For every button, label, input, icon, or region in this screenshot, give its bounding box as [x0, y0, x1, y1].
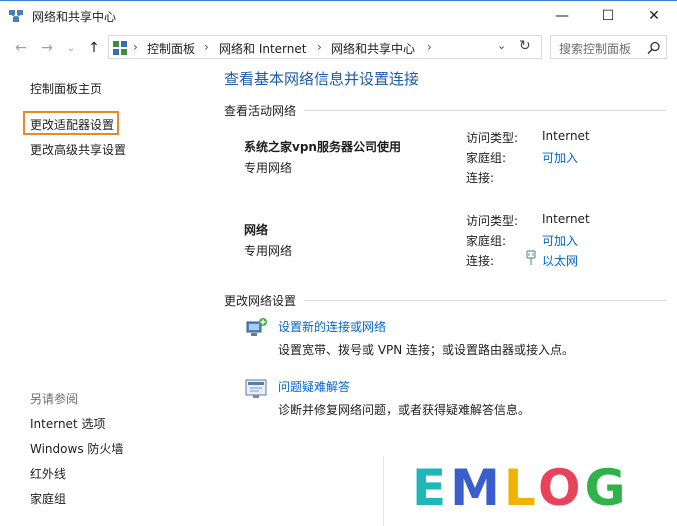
network-name: 系统之家vpn服务器公司使用	[244, 140, 401, 154]
windows-firewall-link[interactable]: Windows 防火墙	[30, 440, 123, 457]
troubleshoot-link[interactable]: 问题疑难解答	[278, 378, 350, 395]
search-input[interactable]: 搜索控制面板	[550, 35, 667, 59]
section-divider	[304, 110, 666, 111]
address-bar[interactable]: › 控制面板 › 网络和 Internet › 网络和共享中心 › ⌄ ↻	[108, 35, 542, 59]
page-title: 查看基本网络信息并设置连接	[224, 70, 420, 88]
internet-options-link[interactable]: Internet 选项	[30, 415, 105, 432]
emlog-logo: EMLOG	[412, 459, 630, 517]
search-icon[interactable]	[647, 40, 661, 55]
connection-label: 连接:	[466, 171, 495, 185]
close-button[interactable]: ✕	[631, 1, 677, 31]
back-arrow-icon[interactable]: ←	[12, 39, 30, 57]
sidebar-home-link[interactable]: 控制面板主页	[30, 80, 102, 97]
troubleshoot-desc: 诊断并修复网络问题，或者获得疑难解答信息。	[278, 403, 531, 417]
breadcrumb-separator: ›	[133, 40, 138, 54]
homegroup-label: 家庭组:	[466, 234, 507, 248]
minimize-button[interactable]: —	[539, 1, 585, 31]
maximize-button[interactable]: ☐	[585, 1, 631, 31]
ethernet-connection-link[interactable]: 以太网	[542, 252, 578, 269]
new-connection-icon	[244, 316, 268, 340]
forward-arrow-icon[interactable]: →	[38, 39, 56, 57]
recent-dropdown-icon[interactable]: ⌄	[62, 39, 80, 57]
watermark-box: EMLOG	[383, 456, 677, 526]
access-type-value: Internet	[542, 129, 590, 143]
access-type-label: 访问类型:	[466, 131, 519, 145]
homegroup-link[interactable]: 家庭组	[30, 490, 66, 507]
breadcrumb-control-panel[interactable]: 控制面板	[147, 40, 195, 57]
ethernet-icon	[525, 250, 537, 266]
breadcrumb-separator: ›	[427, 40, 432, 54]
troubleshoot-icon	[244, 377, 268, 401]
search-placeholder: 搜索控制面板	[559, 42, 632, 56]
access-type-value: Internet	[542, 212, 590, 226]
breadcrumb-network-sharing[interactable]: 网络和共享中心	[331, 40, 415, 57]
address-dropdown-icon[interactable]: ⌄	[497, 39, 506, 52]
breadcrumb-separator: ›	[317, 40, 322, 54]
network-type[interactable]: 专用网络	[244, 242, 292, 259]
section-divider	[304, 300, 666, 301]
change-advanced-sharing-link[interactable]: 更改高级共享设置	[30, 141, 126, 158]
breadcrumb-separator: ›	[204, 40, 209, 54]
homegroup-join-link[interactable]: 可加入	[542, 232, 578, 249]
up-arrow-icon[interactable]: ↑	[85, 39, 103, 57]
see-also-title: 另请参阅	[30, 392, 79, 406]
breadcrumb-network-internet[interactable]: 网络和 Internet	[219, 40, 306, 57]
change-adapter-settings-link[interactable]: 更改适配器设置	[30, 116, 114, 133]
refresh-icon[interactable]: ↻	[519, 38, 531, 54]
network-type[interactable]: 专用网络	[244, 159, 292, 176]
network-center-icon	[8, 8, 24, 24]
homegroup-label: 家庭组:	[466, 151, 507, 165]
setup-new-connection-link[interactable]: 设置新的连接或网络	[278, 318, 386, 335]
infrared-link[interactable]: 红外线	[30, 465, 66, 482]
access-type-label: 访问类型:	[466, 214, 519, 228]
active-networks-heading: 查看活动网络	[224, 104, 297, 118]
homegroup-join-link[interactable]: 可加入	[542, 149, 578, 166]
title-bar: 网络和共享中心 — ☐ ✕	[0, 0, 677, 30]
setup-new-connection-desc: 设置宽带、拨号或 VPN 连接；或设置路由器或接入点。	[278, 343, 575, 357]
network-name: 网络	[244, 223, 269, 237]
window-title: 网络和共享中心	[32, 10, 117, 24]
control-panel-icon	[113, 40, 127, 55]
connection-label: 连接:	[466, 254, 495, 268]
change-settings-heading: 更改网络设置	[224, 294, 297, 308]
